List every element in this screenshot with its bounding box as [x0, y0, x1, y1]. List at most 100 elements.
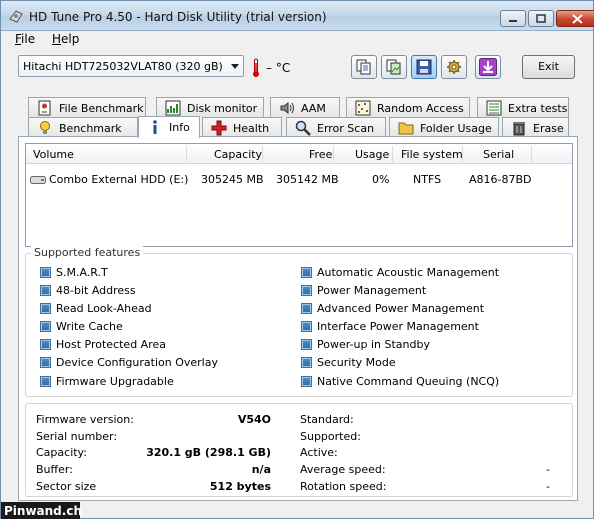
disk-monitor-icon [165, 100, 181, 116]
file-benchmark-icon [38, 100, 51, 116]
tab-aam[interactable]: AAM [270, 97, 340, 117]
volume-table[interactable]: Volume Capacity Free Usage File system S… [25, 143, 573, 247]
tab-folder-usage[interactable]: Folder Usage [389, 117, 499, 137]
menu-help-label: elp [61, 32, 80, 46]
menu-file[interactable]: File [15, 32, 35, 46]
hard-drive-icon [30, 176, 46, 184]
tab-extra-tests[interactable]: Extra tests [477, 97, 569, 117]
feature-label: Advanced Power Management [317, 302, 485, 315]
checkbox-checked [301, 376, 312, 387]
feature-label: Security Mode [317, 356, 396, 369]
tab-random-access[interactable]: Random Access [346, 97, 470, 117]
feature-label: Power-up in Standby [317, 338, 430, 351]
tab-info-label: Info [169, 121, 190, 134]
tab-health[interactable]: Health [202, 117, 282, 137]
random-access-icon [355, 100, 371, 116]
window-title: HD Tune Pro 4.50 - Hard Disk Utility (tr… [29, 10, 327, 24]
col-separator [392, 146, 393, 162]
tab-file-benchmark[interactable]: File Benchmark [28, 97, 146, 117]
col-separator [462, 146, 463, 162]
col-capacity[interactable]: Capacity [214, 148, 262, 161]
app-disk-icon [9, 10, 23, 23]
tab-disk-monitor[interactable]: Disk monitor [156, 97, 264, 117]
col-separator [186, 146, 187, 162]
tab-aam-label: AAM [301, 102, 326, 115]
save-button[interactable] [411, 55, 437, 79]
average-speed-label: Average speed: [300, 463, 386, 476]
col-separator [531, 146, 532, 162]
screenshot-icon [386, 59, 401, 75]
feature-label: Read Look-Ahead [56, 302, 152, 315]
feature-label: Automatic Acoustic Management [317, 266, 500, 279]
tab-benchmark[interactable]: Benchmark [28, 117, 138, 137]
copy-screenshot-button[interactable] [381, 55, 407, 79]
feature-label: Interface Power Management [317, 320, 479, 333]
menu-file-label: ile [21, 32, 36, 46]
capacity-label: Capacity: [36, 446, 87, 459]
watermark-label: Pinwand.ch [1, 502, 82, 519]
capacity-value: 320.1 gB (298.1 GB) [146, 446, 271, 459]
col-serial[interactable]: Serial [483, 148, 514, 161]
buffer-label: Buffer: [36, 463, 73, 476]
drive-select-value: Hitachi HDT725032VLAT80 (320 gB) [23, 60, 223, 73]
col-file-system[interactable]: File system [401, 148, 463, 161]
thermometer-icon [253, 58, 259, 77]
col-volume[interactable]: Volume [33, 148, 74, 161]
lightbulb-icon [40, 121, 50, 134]
tab-erase[interactable]: Erase [502, 117, 569, 137]
exit-button[interactable]: Exit [522, 55, 575, 79]
trash-icon [513, 122, 525, 136]
firmware-label: Firmware version: [36, 413, 134, 426]
download-arrow-icon [479, 58, 497, 76]
download-button[interactable] [475, 55, 501, 79]
col-usage[interactable]: Usage [355, 148, 389, 161]
checkbox-checked [40, 357, 51, 368]
rotation-speed-label: Rotation speed: [300, 480, 387, 493]
tab-folder-usage-label: Folder Usage [420, 122, 492, 135]
supported-features-title: Supported features [31, 246, 144, 259]
drive-info-group: Firmware version: V54O Serial number: Ca… [25, 403, 573, 497]
feature-label: Power Management [317, 284, 427, 297]
feature-label: Firmware Upgradable [56, 375, 174, 388]
feature-label: Native Command Queuing (NCQ) [317, 375, 500, 388]
col-separator [262, 146, 263, 162]
tab-extra-tests-label: Extra tests [508, 102, 568, 115]
minimize-button[interactable] [500, 10, 526, 27]
tab-disk-monitor-label: Disk monitor [187, 102, 258, 115]
checkbox-checked [40, 321, 51, 332]
gear-icon [447, 60, 461, 74]
buffer-value: n/a [251, 463, 271, 476]
feature-label: S.M.A.R.T [56, 266, 108, 279]
copy-icon [356, 59, 371, 75]
drive-select[interactable]: Hitachi HDT725032VLAT80 (320 gB) [18, 55, 244, 77]
settings-button[interactable] [441, 55, 467, 79]
checkbox-checked [40, 339, 51, 350]
tab-random-access-label: Random Access [377, 102, 464, 115]
checkbox-checked [301, 267, 312, 278]
volume-table-header: Volume Capacity Free Usage File system S… [26, 144, 572, 164]
feature-label: Host Protected Area [56, 338, 166, 351]
tab-info[interactable]: Info [138, 116, 200, 138]
col-free[interactable]: Free [309, 148, 332, 161]
folder-icon [398, 122, 414, 135]
feature-label: 48-bit Address [56, 284, 136, 297]
menu-help[interactable]: Help [52, 32, 79, 46]
info-panel: Volume Capacity Free Usage File system S… [18, 136, 578, 501]
checkbox-checked [301, 303, 312, 314]
tab-error-scan[interactable]: Error Scan [286, 117, 386, 137]
close-button[interactable] [556, 10, 594, 27]
info-icon [153, 120, 157, 134]
copy-text-button[interactable] [351, 55, 377, 79]
temperature-readout: – °C [266, 61, 291, 75]
menu-bar: File Help [1, 31, 593, 49]
average-speed-value: - [546, 463, 550, 476]
standard-label: Standard: [300, 413, 354, 426]
title-bar[interactable]: HD Tune Pro 4.50 - Hard Disk Utility (tr… [1, 1, 594, 31]
maximize-button[interactable] [528, 10, 554, 27]
menu-help-mnemonic: H [52, 32, 62, 46]
cell-serial: A816-87BD [469, 173, 532, 186]
cell-volume: Combo External HDD (E:) [49, 173, 189, 186]
tab-file-benchmark-label: File Benchmark [59, 102, 144, 115]
floppy-disk-icon [416, 59, 432, 75]
close-icon [571, 13, 583, 24]
